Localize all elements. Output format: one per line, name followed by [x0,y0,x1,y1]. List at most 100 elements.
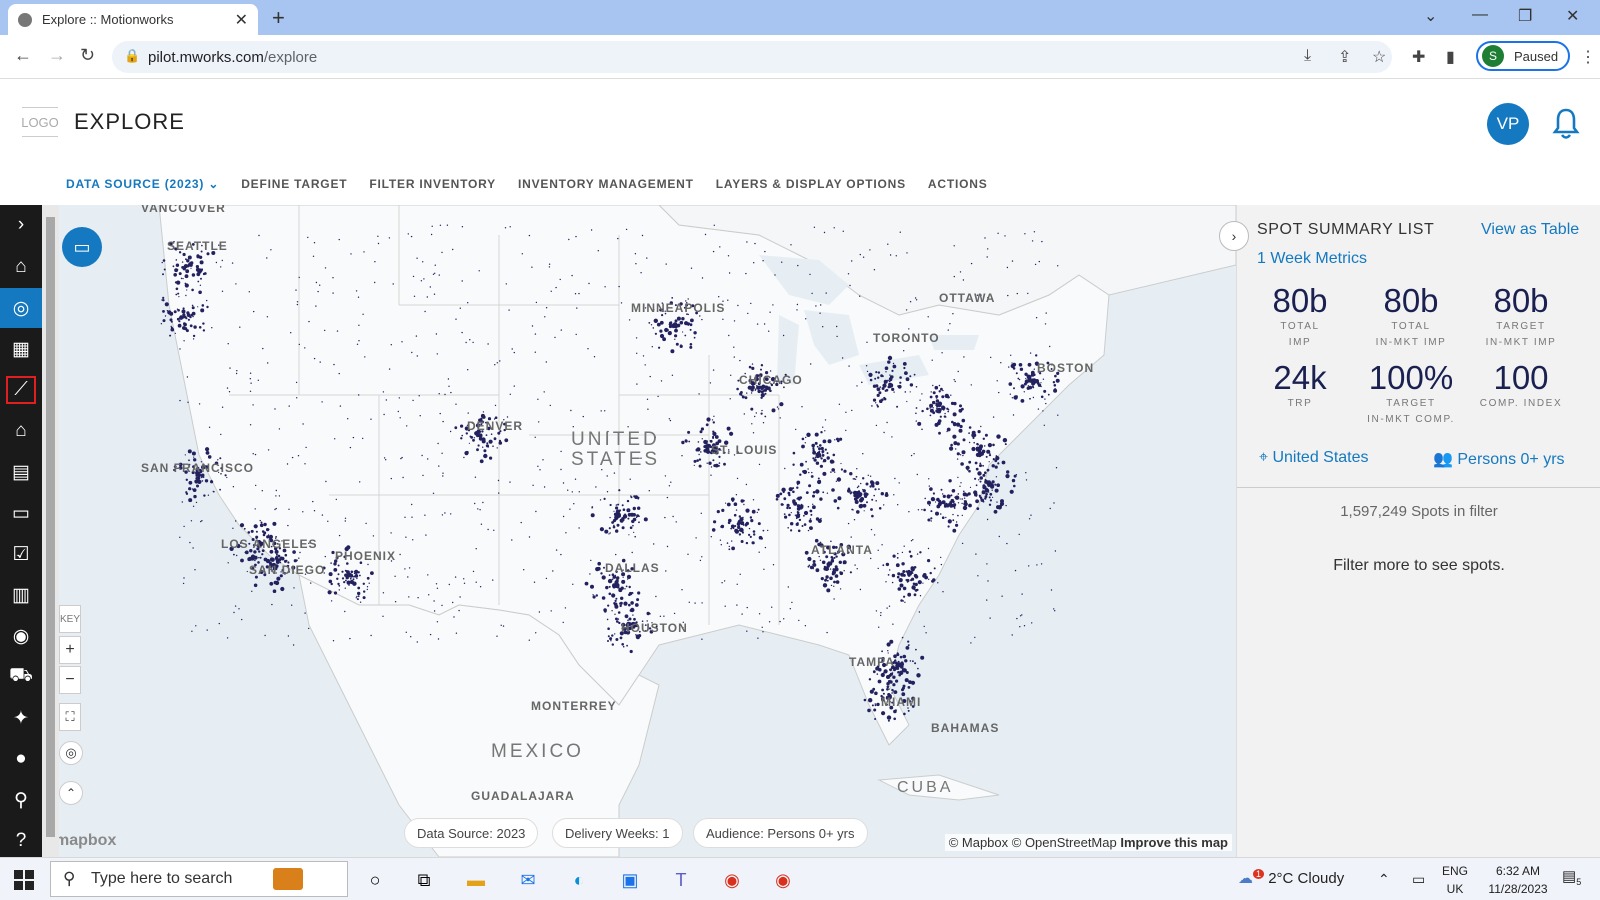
browser-menu-icon[interactable]: ⋮ [1580,47,1596,67]
tab-search-icon[interactable]: ⌄ [1424,6,1437,26]
geolocate-icon[interactable]: ◎ [59,741,83,765]
billboard-icon[interactable]: ▭ [0,493,42,533]
spot-dot [640,272,642,274]
menu-inventory-management[interactable]: INVENTORY MANAGEMENT [518,177,694,191]
zoom-out-button[interactable]: − [59,666,81,694]
location-filter[interactable]: ⌖ United States [1259,449,1369,467]
menu-actions[interactable]: ACTIONS [928,177,988,191]
improve-map-link[interactable]: Improve this map [1120,835,1228,850]
profile-button[interactable]: S Paused [1476,41,1570,71]
sidebar-scrollbar[interactable] [42,205,59,857]
tab-close-icon[interactable]: ✕ [235,10,248,30]
spot-dot [837,496,842,501]
spot-dot [234,605,237,607]
network-nodes-icon[interactable]: ✦ [0,698,42,738]
week-metrics-link[interactable]: 1 Week Metrics [1257,250,1367,268]
spot-dot [659,320,664,325]
attribution-text[interactable]: © Mapbox © OpenStreetMap [949,835,1117,850]
checklist-icon[interactable]: ☑ [0,534,42,574]
map-key-button[interactable]: KEY [59,605,81,633]
edge-icon[interactable]: ◐ [565,866,593,894]
market-buildings-icon[interactable]: ⌂ [0,411,42,451]
spot-dot [792,463,795,466]
explore-compass-icon[interactable]: ◎ [0,288,42,328]
spot-dot [1042,378,1045,380]
collapse-up-icon[interactable]: ⌃ [59,781,83,805]
chip-audience[interactable]: Audience: Persons 0+ yrs [693,818,868,848]
chrome-profile-icon[interactable]: ◉ [769,866,797,894]
home-icon[interactable]: ⌂ [0,247,42,287]
spot-dot [833,598,835,600]
spot-dot [798,518,802,522]
zoom-in-button[interactable]: + [59,636,81,664]
search-tools-icon[interactable]: ⚲ [0,780,42,820]
spot-dot [809,509,813,513]
report-document-icon[interactable]: ▤ [0,452,42,492]
metric-label: IMP [1288,337,1312,348]
user-profile-icon[interactable]: ● [0,739,42,779]
menu-data-source[interactable]: DATA SOURCE (2023) ⌄ [66,177,219,191]
chip-delivery-weeks[interactable]: Delivery Weeks: 1 [552,818,683,848]
meet-now-icon[interactable]: ▭ [1412,870,1425,888]
view-as-table-link[interactable]: View as Table [1481,221,1579,239]
forward-icon[interactable]: → [48,45,66,66]
spot-dot [898,482,900,484]
side-panel-icon[interactable]: ▮ [1446,47,1455,67]
spot-dot [889,569,891,571]
map-canvas[interactable]: ▭ VANCOUVER SEATTLE MINNEAPOLIS OTTAWA T… [59,205,1236,857]
grid-apps-icon[interactable]: ▦ [0,329,42,369]
collapse-panel-button[interactable]: › [1219,221,1249,251]
spot-dot [302,423,304,425]
spot-dot [838,560,842,564]
cortana-icon[interactable]: ○ [361,866,389,894]
windows-start-icon[interactable] [14,870,34,890]
trend-chart-icon[interactable]: ⟋ [0,370,42,410]
spot-dot [534,333,537,335]
new-tab-icon[interactable]: + [272,5,285,31]
url-field[interactable]: 🔒 pilot.mworks.com/explore [112,41,1392,73]
reload-icon[interactable]: ↻ [80,45,95,66]
expand-sidebar-icon[interactable]: › [0,205,42,245]
store-icon[interactable]: ▣ [616,866,644,894]
task-view-icon[interactable]: ⧉ [410,866,438,894]
audience-filter[interactable]: 👥 Persons 0+ yrs [1433,449,1565,469]
spot-dot [560,450,562,453]
menu-filter-inventory[interactable]: FILTER INVENTORY [369,177,496,191]
chrome-icon[interactable]: ◉ [718,866,746,894]
mail-icon[interactable]: ✉ [514,866,542,894]
window-close-icon[interactable]: ✕ [1566,6,1579,26]
scrollbar-thumb[interactable] [46,217,55,837]
menu-define-target[interactable]: DEFINE TARGET [241,177,347,191]
user-avatar[interactable]: VP [1487,103,1529,145]
chip-data-source[interactable]: Data Source: 2023 [404,818,539,848]
language-indicator[interactable]: ENG UK [1442,862,1468,898]
display-mode-button[interactable]: ▭ [62,227,102,267]
extensions-icon[interactable]: ✚ [1412,47,1425,67]
share-icon[interactable]: ⇪ [1338,47,1351,67]
logo[interactable]: LOGO [21,107,59,137]
spot-dot [914,662,917,665]
spot-dot [718,296,720,298]
clock[interactable]: 6:32 AM 11/28/2023 [1478,862,1558,898]
browser-tab[interactable]: Explore :: Motionworks ✕ [8,4,258,35]
spot-dot [1015,372,1018,375]
spot-dot [1024,233,1026,235]
show-hidden-icons[interactable]: ⌃ [1378,870,1390,888]
file-explorer-icon[interactable]: ▬ [462,866,490,894]
weather-widget[interactable]: ☁ 1 2°C Cloudy [1238,869,1344,887]
notifications-icon[interactable]: ▤5 [1562,868,1581,891]
target-icon[interactable]: ◉ [0,616,42,656]
fullscreen-icon[interactable]: ⛶ [59,703,81,731]
help-icon[interactable]: ? [0,821,42,861]
back-icon[interactable]: ← [14,45,32,66]
vehicles-icon[interactable]: ⛟ [0,657,42,697]
restore-icon[interactable]: ❐ [1518,6,1532,26]
menu-layers-display[interactable]: LAYERS & DISPLAY OPTIONS [716,177,906,191]
bar-chart-icon[interactable]: ▥ [0,575,42,615]
teams-icon[interactable]: T [667,866,695,894]
notification-bell-icon[interactable] [1552,106,1580,142]
install-icon[interactable]: ⤓ [1304,47,1311,65]
bookmark-star-icon[interactable]: ☆ [1372,47,1386,67]
taskbar-search-input[interactable]: ⚲ Type here to search [50,861,348,897]
minimize-icon[interactable]: — [1472,6,1488,24]
